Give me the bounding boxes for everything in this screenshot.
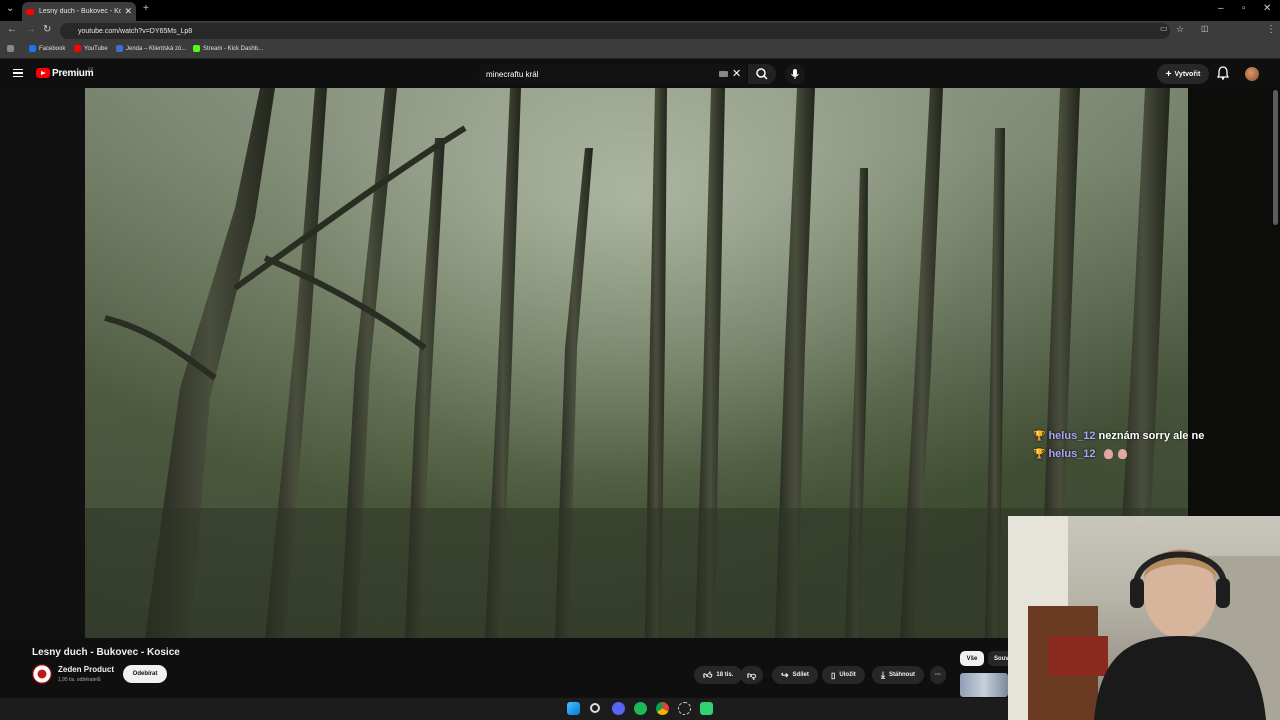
- app-icon[interactable]: [700, 702, 713, 715]
- taskbar-search-icon[interactable]: [590, 703, 600, 713]
- page-scrollbar[interactable]: [1273, 90, 1278, 225]
- hamburger-menu-icon[interactable]: [13, 69, 23, 77]
- browser-tab-bar: ⌄ Lesny duch - Bukovec - Kosice ✕ + – ▫ …: [0, 0, 1280, 21]
- maximize-button[interactable]: ▫: [1242, 3, 1246, 14]
- emote-icon: [1103, 449, 1113, 459]
- back-arrow-icon[interactable]: ←: [7, 24, 17, 35]
- download-icon: ⤓: [881, 669, 885, 680]
- bookmark-label: Stream - Kick Dashb...: [203, 45, 264, 52]
- windows-start-icon[interactable]: [567, 702, 580, 715]
- channel-name[interactable]: Zeden Product: [58, 665, 114, 674]
- microphone-icon: [791, 69, 799, 79]
- bookmark-facebook[interactable]: Facebook: [29, 45, 65, 52]
- webcam-feed: [1008, 516, 1280, 720]
- search-input[interactable]: minecraftu král: [478, 64, 746, 84]
- download-button[interactable]: ⤓ Stáhnout: [872, 666, 924, 684]
- save-button[interactable]: ▯ Uložit: [822, 666, 865, 684]
- share-icon: ↪: [781, 669, 789, 680]
- close-window-button[interactable]: ✕: [1263, 3, 1271, 14]
- chat-username: helus_12: [1048, 430, 1096, 442]
- youtube-logo-icon[interactable]: [36, 68, 50, 78]
- chat-message: 🏆 helus_12: [1033, 448, 1127, 460]
- youtube-icon: [74, 45, 81, 52]
- bookmarks-bar: Facebook YouTube Jenda – Klientská zó...…: [0, 41, 1280, 59]
- tab-title: Lesny duch - Bukovec - Kosice: [39, 8, 122, 15]
- create-button[interactable]: + Vytvořit: [1157, 64, 1209, 84]
- bookmark-star-icon[interactable]: ☆: [1176, 24, 1184, 35]
- discord-icon[interactable]: [612, 702, 625, 715]
- chat-message: 🏆 helus_12 neznám sorry ale ne: [1033, 430, 1204, 442]
- chip-all[interactable]: Vše: [960, 651, 984, 666]
- chat-text: neznám sorry ale ne: [1098, 430, 1205, 442]
- chat-username: helus_12: [1048, 448, 1096, 460]
- webcam-overlay: [1008, 516, 1280, 720]
- search-query: minecraftu král: [486, 69, 539, 79]
- like-button[interactable]: 👍︎ 18 tis.: [694, 666, 743, 684]
- channel-avatar[interactable]: [32, 664, 52, 684]
- share-button[interactable]: ↪ Sdílet: [772, 666, 818, 684]
- forward-arrow-icon[interactable]: →: [26, 24, 36, 35]
- search-button[interactable]: [748, 64, 776, 84]
- bookmark-label: Jenda – Klientská zó...: [126, 45, 187, 52]
- browser-tab[interactable]: Lesny duch - Bukovec - Kosice ✕: [22, 2, 136, 21]
- extensions-icon[interactable]: ◫: [1201, 24, 1209, 33]
- cast-icon[interactable]: ▭: [1160, 24, 1168, 33]
- download-label: Stáhnout: [888, 672, 915, 678]
- trophy-badge-icon: 🏆: [1033, 448, 1046, 460]
- apps-grid-icon[interactable]: [7, 45, 14, 52]
- bookmark-youtube[interactable]: YouTube: [74, 45, 108, 52]
- emote-icon: [1117, 449, 1127, 459]
- bookmark-label: Facebook: [39, 45, 66, 52]
- logo-country-code: CZ: [88, 66, 94, 71]
- video-title: Lesny duch - Bukovec - Kosice: [32, 647, 180, 658]
- obs-icon[interactable]: [678, 702, 691, 715]
- thumbs-up-icon: 👍︎: [703, 669, 713, 680]
- new-tab-button[interactable]: +: [143, 3, 149, 14]
- spotify-icon[interactable]: [634, 702, 647, 715]
- facebook-icon: [29, 45, 36, 52]
- bookmark-jenda[interactable]: Jenda – Klientská zó...: [116, 45, 186, 52]
- url-text: youtube.com/watch?v=DY65Ms_Lp8: [78, 27, 193, 35]
- voice-search-button[interactable]: [785, 64, 805, 84]
- search-icon: [756, 68, 768, 80]
- browser-menu-icon[interactable]: ⋮: [1266, 24, 1276, 35]
- trophy-badge-icon: 🏆: [1033, 430, 1046, 442]
- like-count: 18 tis.: [716, 672, 734, 678]
- save-label: Uložit: [839, 672, 856, 678]
- thumbs-down-icon: 👎︎: [747, 669, 757, 680]
- clear-search-icon[interactable]: ✕: [732, 67, 741, 80]
- subscribe-button[interactable]: Odebírat: [123, 665, 167, 683]
- keyboard-icon[interactable]: [719, 71, 728, 77]
- tab-close-icon[interactable]: ✕: [124, 6, 132, 17]
- create-label: Vytvořit: [1174, 70, 1201, 78]
- kick-icon: [193, 45, 200, 52]
- tab-search-icon[interactable]: ⌄: [6, 3, 14, 14]
- related-video-thumbnail[interactable]: [960, 673, 1008, 697]
- address-bar[interactable]: youtube.com/watch?v=DY65Ms_Lp8: [60, 23, 1170, 39]
- more-actions-button[interactable]: ···: [930, 666, 946, 684]
- bookmark-kick[interactable]: Stream - Kick Dashb...: [193, 45, 263, 52]
- plus-icon: +: [1165, 68, 1172, 80]
- notifications-bell-icon[interactable]: [1216, 66, 1230, 85]
- bookmark-icon: ▯: [831, 670, 836, 680]
- player-letterbox-left: [0, 88, 85, 638]
- reload-icon[interactable]: ↻: [43, 24, 51, 35]
- windows-taskbar: [0, 698, 1008, 720]
- bookmark-label: YouTube: [84, 45, 108, 52]
- jenda-icon: [116, 45, 123, 52]
- share-label: Sdílet: [792, 672, 809, 678]
- account-avatar[interactable]: [1245, 67, 1259, 81]
- minimize-button[interactable]: –: [1218, 3, 1224, 14]
- subscriber-count: 1,95 tis. odběratelů: [58, 677, 101, 683]
- more-icon: ···: [935, 672, 941, 678]
- youtube-favicon-icon: [26, 8, 34, 15]
- dislike-button[interactable]: 👎︎: [740, 666, 764, 684]
- chrome-icon[interactable]: [656, 702, 669, 715]
